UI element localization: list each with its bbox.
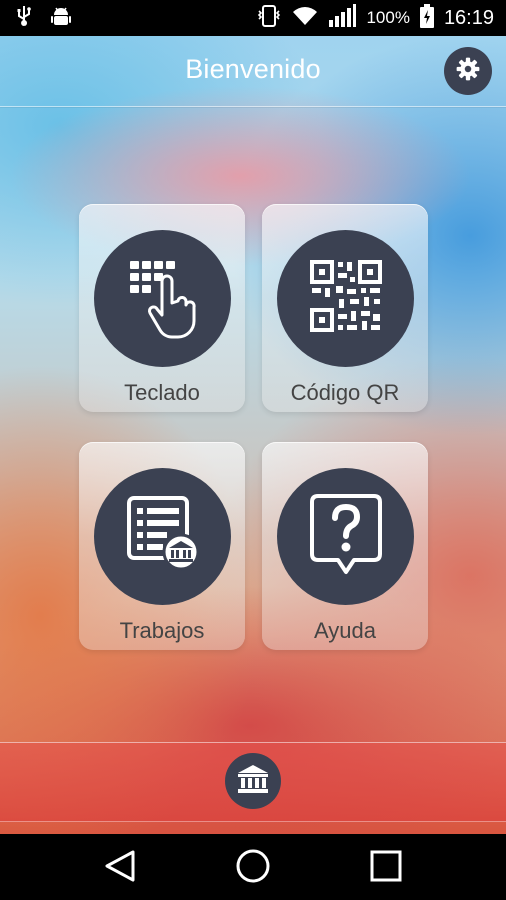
tile-qr-label: Código QR: [290, 380, 400, 405]
tile-qr-circle: [277, 230, 414, 367]
tile-jobs[interactable]: Trabajos: [79, 442, 245, 650]
app-screen: Bienvenido Teclado Código QR Trabajos Ay…: [0, 36, 506, 834]
vibrate-icon: [256, 4, 282, 33]
back-icon: [103, 849, 137, 888]
page-title: Bienvenido: [185, 54, 321, 84]
recents-icon: [369, 849, 403, 888]
job-list-bank-icon: [121, 492, 205, 581]
signal-icon: [328, 3, 357, 33]
settings-button[interactable]: [444, 47, 492, 95]
footer-bar: [0, 742, 506, 822]
nav-back-button[interactable]: [100, 848, 140, 888]
tile-help-label: Ayuda: [314, 618, 376, 643]
tile-jobs-label: Trabajos: [119, 618, 205, 643]
battery-percent: 100%: [366, 8, 410, 27]
tile-keypad[interactable]: Teclado: [79, 204, 245, 412]
tile-keypad-label: Teclado: [124, 380, 200, 405]
navigation-bar: [0, 834, 506, 900]
tile-qr[interactable]: Código QR: [262, 204, 428, 412]
status-bar: 100% 16:19: [0, 0, 506, 36]
status-right-icons: 100% 16:19: [256, 3, 506, 33]
android-debug-icon: [50, 5, 72, 32]
nav-home-button[interactable]: [233, 848, 273, 888]
tile-help-circle: [277, 468, 414, 605]
gear-icon: [455, 56, 481, 87]
battery-icon: [419, 3, 434, 33]
status-time: 16:19: [443, 6, 494, 29]
bank-icon: [237, 764, 269, 799]
qr-code-icon: [309, 259, 383, 338]
nav-recents-button[interactable]: [366, 848, 406, 888]
home-icon: [235, 848, 271, 889]
tile-jobs-circle: [94, 468, 231, 605]
keypad-hand-icon: [118, 251, 208, 346]
usb-icon: [16, 5, 32, 32]
bank-button[interactable]: [225, 753, 281, 809]
status-left-icons: [0, 5, 72, 32]
header-bar: Bienvenido: [0, 36, 506, 107]
help-question-icon: [308, 492, 384, 581]
tile-help[interactable]: Ayuda: [262, 442, 428, 650]
tile-keypad-circle: [94, 230, 231, 367]
wifi-icon: [292, 6, 318, 31]
